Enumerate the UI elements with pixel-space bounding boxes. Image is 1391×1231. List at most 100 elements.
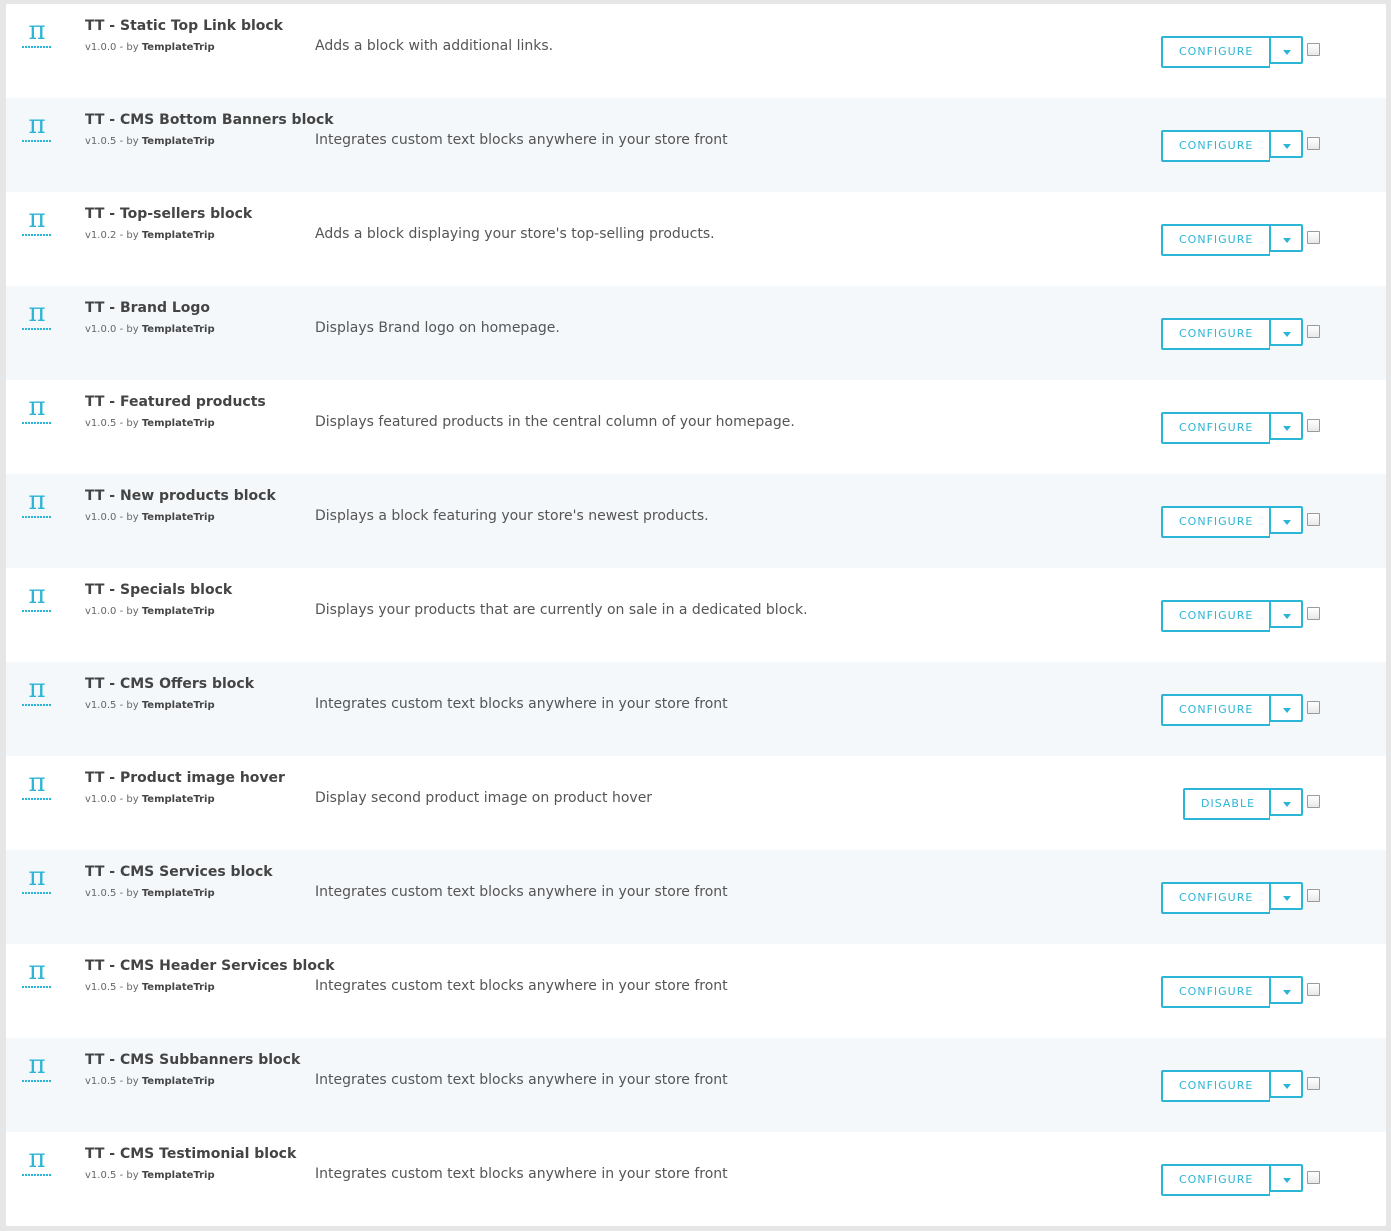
- caret-down-icon: [1283, 238, 1291, 243]
- module-action-dropdown-toggle[interactable]: [1270, 976, 1303, 1004]
- module-action-button[interactable]: CONFIGURE: [1161, 506, 1270, 538]
- module-action-dropdown-toggle[interactable]: [1270, 224, 1303, 252]
- caret-down-icon: [1283, 144, 1291, 149]
- templatetrip-logo-icon: π: [20, 298, 54, 336]
- module-select-checkbox[interactable]: [1307, 419, 1320, 432]
- module-action-button[interactable]: CONFIGURE: [1161, 318, 1270, 350]
- module-action-button[interactable]: DISABLE: [1183, 788, 1270, 820]
- templatetrip-logo-icon: π: [20, 16, 54, 54]
- caret-down-icon: [1283, 614, 1291, 619]
- templatetrip-logo-icon: π: [20, 862, 54, 900]
- logo-glyph: π: [28, 392, 46, 422]
- module-action-button[interactable]: CONFIGURE: [1161, 1070, 1270, 1102]
- module-author: TemplateTrip: [141, 1170, 215, 1181]
- module-version: v1.0.5: [85, 982, 117, 993]
- module-action-dropdown-toggle[interactable]: [1270, 882, 1303, 910]
- logo-wordmark: [22, 140, 52, 142]
- logo-wordmark: [22, 986, 52, 988]
- module-action-group: DISABLE: [1183, 788, 1303, 820]
- logo-wordmark: [22, 328, 52, 330]
- module-action-group: CONFIGURE: [1161, 412, 1303, 444]
- module-action-dropdown-toggle[interactable]: [1270, 600, 1303, 628]
- module-by: - by: [119, 230, 139, 241]
- module-description: Displays Brand logo on homepage.: [315, 320, 560, 336]
- module-action-button[interactable]: CONFIGURE: [1161, 412, 1270, 444]
- logo-glyph: π: [28, 16, 46, 46]
- caret-down-icon: [1283, 426, 1291, 431]
- module-action-group: CONFIGURE: [1161, 600, 1303, 632]
- module-description: Displays your products that are currentl…: [315, 602, 808, 618]
- caret-down-icon: [1283, 1178, 1291, 1183]
- module-author: TemplateTrip: [141, 42, 215, 53]
- caret-down-icon: [1283, 50, 1291, 55]
- module-select-checkbox[interactable]: [1307, 43, 1320, 56]
- module-by: - by: [119, 418, 139, 429]
- module-author: TemplateTrip: [141, 700, 215, 711]
- module-action-group: CONFIGURE: [1161, 1070, 1303, 1102]
- module-by: - by: [119, 606, 139, 617]
- logo-wordmark: [22, 516, 52, 518]
- module-action-group: CONFIGURE: [1161, 224, 1303, 256]
- module-description: Integrates custom text blocks anywhere i…: [315, 884, 728, 900]
- logo-wordmark: [22, 422, 52, 424]
- module-action-dropdown-toggle[interactable]: [1270, 1164, 1303, 1192]
- module-action-dropdown-toggle[interactable]: [1270, 318, 1303, 346]
- module-select-checkbox[interactable]: [1307, 513, 1320, 526]
- module-by: - by: [119, 42, 139, 53]
- module-author: TemplateTrip: [141, 512, 215, 523]
- module-select-checkbox[interactable]: [1307, 983, 1320, 996]
- logo-glyph: π: [28, 674, 46, 704]
- module-select-checkbox[interactable]: [1307, 137, 1320, 150]
- templatetrip-logo-icon: π: [20, 392, 54, 430]
- logo-glyph: π: [28, 298, 46, 328]
- module-author: TemplateTrip: [141, 888, 215, 899]
- module-title: TT - CMS Services block: [85, 864, 273, 880]
- logo-wordmark: [22, 46, 52, 48]
- module-action-dropdown-toggle[interactable]: [1270, 36, 1303, 64]
- module-action-button[interactable]: CONFIGURE: [1161, 882, 1270, 914]
- module-action-dropdown-toggle[interactable]: [1270, 412, 1303, 440]
- templatetrip-logo-icon: π: [20, 1144, 54, 1182]
- module-version: v1.0.5: [85, 1170, 117, 1181]
- module-row: π TT - CMS Header Services block v1.0.5 …: [6, 944, 1386, 1038]
- module-version: v1.0.5: [85, 700, 117, 711]
- module-action-dropdown-toggle[interactable]: [1270, 788, 1303, 816]
- templatetrip-logo-icon: π: [20, 204, 54, 242]
- module-title: TT - Specials block: [85, 582, 233, 598]
- module-select-checkbox[interactable]: [1307, 231, 1320, 244]
- module-title: TT - Brand Logo: [85, 300, 211, 316]
- module-action-button[interactable]: CONFIGURE: [1161, 976, 1270, 1008]
- module-action-button[interactable]: CONFIGURE: [1161, 224, 1270, 256]
- module-version: v1.0.5: [85, 1076, 117, 1087]
- module-action-dropdown-toggle[interactable]: [1270, 130, 1303, 158]
- module-select-checkbox[interactable]: [1307, 1077, 1320, 1090]
- module-action-dropdown-toggle[interactable]: [1270, 506, 1303, 534]
- module-select-checkbox[interactable]: [1307, 889, 1320, 902]
- logo-wordmark: [22, 704, 52, 706]
- module-author: TemplateTrip: [141, 982, 215, 993]
- module-select-checkbox[interactable]: [1307, 325, 1320, 338]
- module-row: π TT - Specials block v1.0.0 - by Templa…: [6, 568, 1386, 662]
- module-select-checkbox[interactable]: [1307, 607, 1320, 620]
- caret-down-icon: [1283, 802, 1291, 807]
- module-action-dropdown-toggle[interactable]: [1270, 1070, 1303, 1098]
- module-author: TemplateTrip: [141, 230, 215, 241]
- module-row: π TT - New products block v1.0.0 - by Te…: [6, 474, 1386, 568]
- module-action-dropdown-toggle[interactable]: [1270, 694, 1303, 722]
- module-version: v1.0.5: [85, 136, 117, 147]
- logo-wordmark: [22, 798, 52, 800]
- module-select-checkbox[interactable]: [1307, 795, 1320, 808]
- module-version: v1.0.2: [85, 230, 117, 241]
- module-title: TT - Static Top Link block: [85, 18, 283, 34]
- module-meta: v1.0.5 - by TemplateTrip: [85, 700, 215, 711]
- module-author: TemplateTrip: [141, 136, 215, 147]
- module-action-button[interactable]: CONFIGURE: [1161, 600, 1270, 632]
- module-select-checkbox[interactable]: [1307, 1171, 1320, 1184]
- module-action-button[interactable]: CONFIGURE: [1161, 36, 1270, 68]
- module-action-button[interactable]: CONFIGURE: [1161, 1164, 1270, 1196]
- module-action-button[interactable]: CONFIGURE: [1161, 130, 1270, 162]
- module-select-checkbox[interactable]: [1307, 701, 1320, 714]
- module-action-button[interactable]: CONFIGURE: [1161, 694, 1270, 726]
- module-title: TT - Top-sellers block: [85, 206, 253, 222]
- logo-glyph: π: [28, 1144, 46, 1174]
